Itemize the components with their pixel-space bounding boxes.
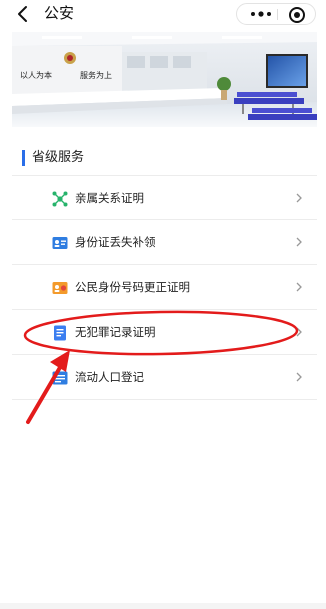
service-item-kinship-certificate[interactable]: 亲属关系证明 xyxy=(12,175,317,220)
banner-slogan-left: 以人为本 xyxy=(20,71,52,80)
service-label: 公民身份号码更正证明 xyxy=(75,280,190,294)
banner-image: 以人为本 服务为上 xyxy=(12,32,317,127)
service-item-floating-population-registration[interactable]: 流动人口登记 xyxy=(12,355,317,400)
chevron-right-icon xyxy=(296,282,302,292)
target-circle-icon[interactable] xyxy=(287,5,307,25)
network-nodes-icon xyxy=(52,191,68,207)
certificate-icon xyxy=(52,282,68,294)
service-label: 身份证丢失补领 xyxy=(75,235,156,249)
service-item-id-number-correction[interactable]: 公民身份号码更正证明 xyxy=(12,265,317,310)
capsule-divider xyxy=(277,9,278,20)
chevron-right-icon xyxy=(296,372,302,382)
registration-icon xyxy=(52,371,68,385)
service-item-no-criminal-record[interactable]: 无犯罪记录证明 xyxy=(12,310,317,355)
chevron-right-icon xyxy=(296,193,302,203)
service-label: 流动人口登记 xyxy=(75,370,144,384)
document-icon xyxy=(54,325,66,341)
page: 公安 以人为本 服务为上 省级服务 亲属关系证明 身份证丢失补领 公民身份号码更… xyxy=(0,0,326,609)
page-title: 公安 xyxy=(44,4,75,22)
id-card-icon xyxy=(52,237,68,249)
chevron-right-icon xyxy=(296,327,302,337)
bottom-bar xyxy=(0,603,326,609)
section-title: 省级服务 xyxy=(22,150,84,166)
more-dots-icon[interactable] xyxy=(247,4,275,24)
nav-bar: 公安 xyxy=(0,0,326,28)
service-label: 亲属关系证明 xyxy=(75,191,144,205)
service-item-id-card-replacement[interactable]: 身份证丢失补领 xyxy=(12,220,317,265)
chevron-right-icon xyxy=(296,237,302,247)
chevron-left-icon[interactable] xyxy=(14,4,32,24)
service-label: 无犯罪记录证明 xyxy=(75,325,156,339)
menu-capsule xyxy=(236,3,316,25)
service-list: 亲属关系证明 身份证丢失补领 公民身份号码更正证明 无犯罪记录证明 流动人口登记 xyxy=(12,175,317,400)
banner-slogan-right: 服务为上 xyxy=(80,71,112,80)
